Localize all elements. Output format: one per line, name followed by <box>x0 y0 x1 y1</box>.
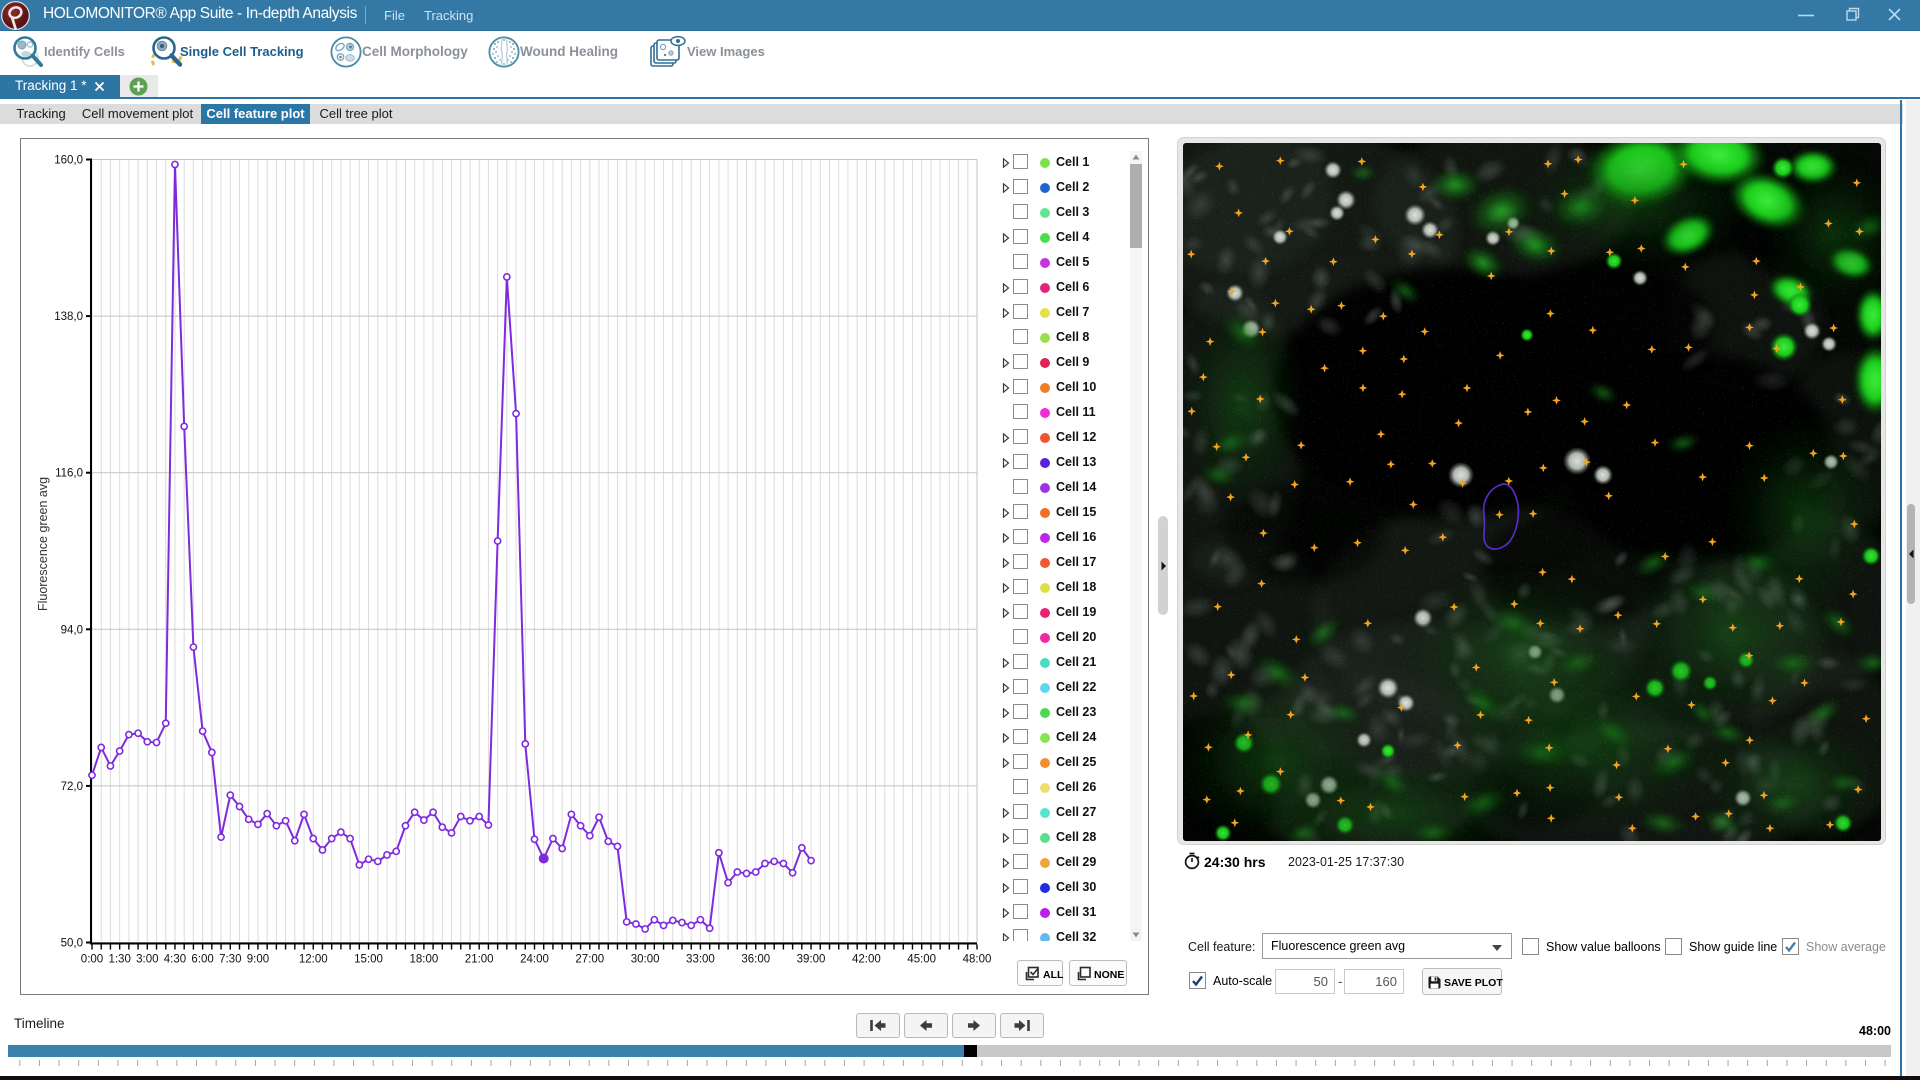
svg-text:3:00: 3:00 <box>136 954 158 966</box>
svg-text:30:00: 30:00 <box>631 954 660 966</box>
svg-text:45:00: 45:00 <box>907 954 936 966</box>
svg-text:42:00: 42:00 <box>852 954 881 966</box>
svg-text:24:00: 24:00 <box>520 954 549 966</box>
svg-text:15:00: 15:00 <box>354 954 383 966</box>
svg-text:39:00: 39:00 <box>797 954 826 966</box>
svg-text:4:30: 4:30 <box>164 954 186 966</box>
svg-text:21:00: 21:00 <box>465 954 494 966</box>
svg-text:9:00: 9:00 <box>247 954 269 966</box>
svg-text:6:00: 6:00 <box>191 954 213 966</box>
svg-text:18:00: 18:00 <box>409 954 438 966</box>
svg-text:36:00: 36:00 <box>741 954 770 966</box>
svg-text:12:00: 12:00 <box>299 954 328 966</box>
svg-text:0:00: 0:00 <box>81 954 103 966</box>
svg-text:1:30: 1:30 <box>108 954 130 966</box>
svg-text:33:00: 33:00 <box>686 954 715 966</box>
svg-text:7:30: 7:30 <box>219 954 241 966</box>
svg-text:48:00: 48:00 <box>963 954 992 966</box>
svg-text:27:00: 27:00 <box>575 954 604 966</box>
